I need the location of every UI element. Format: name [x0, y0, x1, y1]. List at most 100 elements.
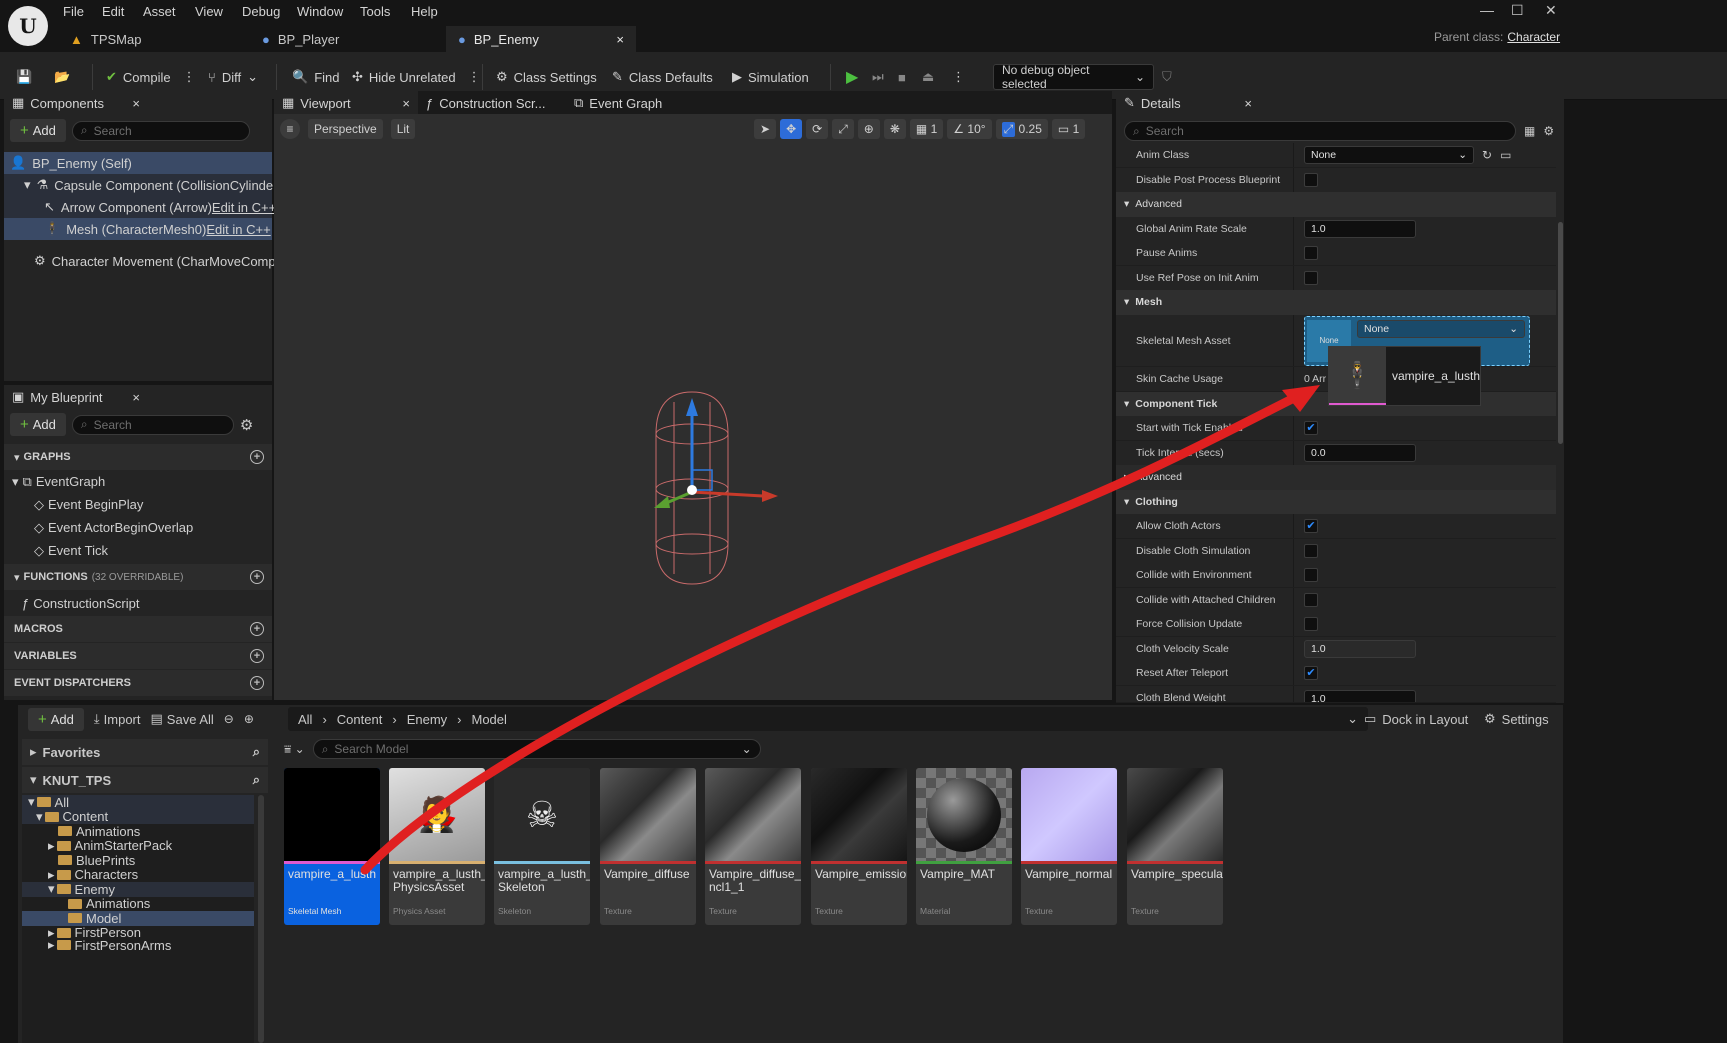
eject-icon[interactable]: ⏏ — [922, 64, 934, 90]
minimize-icon[interactable]: — — [1480, 2, 1494, 18]
asset-tile[interactable]: Vampire_specular Texture — [1127, 768, 1223, 925]
function-constructionscript[interactable]: ƒ ConstructionScript — [4, 590, 272, 616]
world-icon[interactable]: ⊕ — [857, 119, 880, 139]
breadcrumb-all[interactable]: All — [298, 712, 312, 727]
folder-animstarterpack[interactable]: ▸ AnimStarterPack — [22, 838, 254, 854]
perspective-button[interactable]: Perspective — [308, 119, 383, 139]
use-ref-pose-checkbox[interactable] — [1304, 270, 1318, 285]
menu-help[interactable]: Help — [411, 4, 438, 19]
pause-anims-checkbox[interactable] — [1304, 245, 1318, 260]
component-capsule[interactable]: ▾ ⚗ Capsule Component (CollisionCylinder) … — [4, 174, 290, 196]
tab-event-graph[interactable]: ⧉ Event Graph — [566, 91, 686, 115]
browse-icon[interactable]: 📂 — [54, 64, 70, 90]
more-options-icon[interactable]: ⋮ — [468, 69, 481, 85]
browse-icon[interactable]: ▭ — [1500, 148, 1511, 162]
folder-firstpersonarms[interactable]: ▸ FirstPersonArms — [22, 940, 254, 950]
tick-interval-input[interactable]: 0.0 — [1304, 443, 1416, 462]
asset-tile[interactable]: Vampire_MAT Material — [916, 768, 1012, 925]
content-settings-button[interactable]: ⚙ Settings — [1484, 707, 1549, 731]
select-icon[interactable]: ➤ — [754, 119, 777, 139]
tab-tpsmap[interactable]: ▲ TPSMap — [58, 26, 248, 52]
force-collision-checkbox[interactable] — [1304, 616, 1318, 631]
close-icon[interactable]: × — [132, 96, 140, 111]
add-variable-icon[interactable]: + — [250, 649, 264, 663]
gear-icon[interactable]: ⚙ — [1543, 124, 1554, 138]
anim-class-select[interactable]: None ⌄ — [1304, 145, 1474, 164]
menu-debug[interactable]: Debug — [242, 4, 280, 19]
edit-in-cpp-link[interactable]: Edit in C++ — [212, 200, 276, 215]
reset-icon[interactable]: ↻ — [1482, 148, 1492, 162]
category-mesh[interactable]: ▾ Mesh — [1116, 290, 1556, 315]
filter-icon[interactable]: ⩸ ⌄ — [284, 742, 305, 757]
debug-filter-icon[interactable]: ⛉ — [1162, 64, 1172, 90]
details-search-input[interactable]: ⌕ Search — [1124, 121, 1516, 141]
dispatchers-section[interactable]: EVENT DISPATCHERS + — [4, 670, 272, 696]
folder-tree-scrollbar[interactable] — [258, 795, 264, 1043]
folder-enemy[interactable]: ▾ Enemy — [22, 881, 254, 897]
category-clothing[interactable]: ▾ Clothing — [1116, 490, 1556, 515]
step-icon[interactable]: ⏭ — [872, 64, 884, 90]
save-icon[interactable]: 💾 — [16, 64, 32, 90]
component-mesh[interactable]: 🕴 Mesh (CharacterMesh0) Edit in C++ — [4, 218, 272, 240]
menu-tools[interactable]: Tools — [360, 4, 390, 19]
search-icon[interactable]: ⌕ — [253, 744, 260, 760]
folder-animations[interactable]: Animations — [22, 824, 254, 839]
reset-after-teleport-checkbox[interactable]: ✔ — [1304, 665, 1318, 680]
graphs-section[interactable]: ▾ GRAPHS + — [4, 444, 272, 470]
tab-viewport[interactable]: ▦ Viewport × — [274, 91, 418, 115]
add-component-button[interactable]: + Add — [10, 119, 66, 142]
stop-icon[interactable]: ■ — [898, 64, 906, 90]
breadcrumb-enemy[interactable]: Enemy — [407, 712, 447, 727]
search-icon[interactable]: ⌕ — [253, 772, 260, 788]
close-icon[interactable]: × — [132, 390, 140, 405]
back-icon[interactable]: ⊖ — [224, 712, 234, 726]
save-all-button[interactable]: ▤ Save All — [151, 711, 214, 727]
component-self[interactable]: 👤 BP_Enemy (Self) — [4, 152, 272, 174]
asset-tile[interactable]: 🧛 vampire_a_lusth_ PhysicsAsset Physics … — [389, 768, 485, 925]
breadcrumb-model[interactable]: Model — [472, 712, 507, 727]
folder-model[interactable]: Model — [22, 911, 254, 926]
event-tick[interactable]: ◇ Event Tick — [4, 539, 272, 562]
hide-unrelated-button[interactable]: ✣ Hide Unrelated ⋮ — [352, 64, 481, 90]
functions-section[interactable]: ▾ FUNCTIONS (32 OVERRIDABLE) + — [4, 564, 272, 590]
more-options-icon[interactable]: ⋮ — [952, 64, 965, 90]
class-settings-button[interactable]: ⚙ Class Settings — [496, 64, 597, 90]
debug-object-select[interactable]: No debug object selected ⌄ — [993, 63, 1154, 91]
component-arrow[interactable]: ↖ Arrow Component (Arrow) Edit in C++ — [4, 196, 276, 218]
tab-details[interactable]: ✎ Details × — [1116, 91, 1260, 115]
menu-view[interactable]: View — [195, 4, 223, 19]
components-search-input[interactable]: ⌕ Search — [71, 120, 250, 141]
folder-all[interactable]: ▾ All — [22, 794, 254, 810]
chevron-down-icon[interactable]: ⌄ — [1347, 711, 1358, 727]
category-advanced-2[interactable]: ▸ Advanced — [1116, 465, 1556, 490]
angle-snap-button[interactable]: ∠ 10° — [947, 119, 992, 139]
table-view-icon[interactable]: ▦ — [1524, 124, 1535, 138]
tab-bp-player[interactable]: ● BP_Player — [250, 26, 444, 52]
variables-section[interactable]: VARIABLES + — [4, 643, 272, 669]
cloth-blend-input[interactable]: 1.0 — [1304, 690, 1416, 702]
capsule-gizmo[interactable] — [634, 384, 794, 594]
details-scrollbar[interactable] — [1558, 222, 1563, 444]
add-asset-button[interactable]: + Add — [28, 707, 84, 731]
asset-tile[interactable]: vampire_a_lusth Skeletal Mesh — [284, 768, 380, 925]
add-macro-icon[interactable]: + — [250, 622, 264, 636]
close-window-icon[interactable]: ✕ — [1545, 2, 1557, 19]
menu-asset[interactable]: Asset — [143, 4, 176, 19]
edit-in-cpp-link[interactable]: Edit in C++ — [206, 222, 270, 237]
tab-construction-script[interactable]: ƒ Construction Scr... — [418, 91, 566, 115]
project-section[interactable]: ▾ KNUT_TPS ⌕ — [22, 767, 268, 793]
my-blueprint-search-input[interactable]: ⌕ Search — [71, 414, 234, 435]
close-icon[interactable]: × — [1244, 96, 1252, 111]
menu-window[interactable]: Window — [297, 4, 343, 19]
category-advanced[interactable]: ▾ Advanced — [1116, 192, 1556, 217]
camera-speed-button[interactable]: ▭ 1 — [1051, 119, 1086, 139]
find-button[interactable]: 🔍 Find — [292, 64, 339, 90]
diff-button[interactable]: ⑂ Diff ⌄ — [208, 64, 258, 90]
disable-cloth-sim-checkbox[interactable] — [1304, 543, 1318, 558]
collide-children-checkbox[interactable] — [1304, 592, 1318, 607]
add-dispatcher-icon[interactable]: + — [250, 676, 264, 690]
collide-env-checkbox[interactable] — [1304, 567, 1318, 582]
scale-icon[interactable]: ⤢ — [832, 119, 854, 139]
macros-section[interactable]: MACROS + — [4, 616, 272, 642]
play-icon[interactable]: ▶ — [846, 64, 858, 90]
